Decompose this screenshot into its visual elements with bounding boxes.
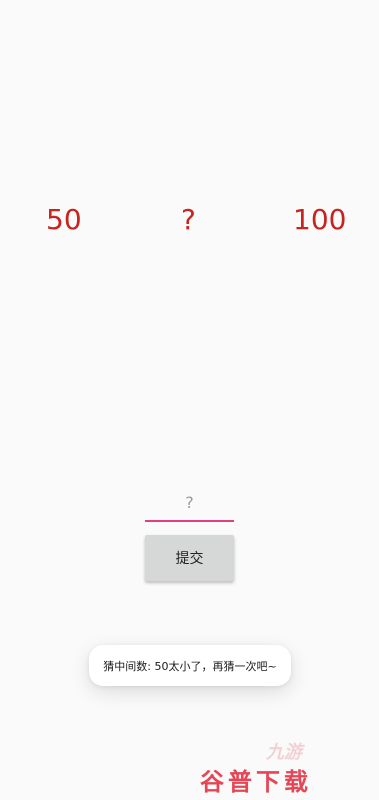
range-low-value: 50 bbox=[46, 203, 82, 236]
watermark-logo-mark: 九游 bbox=[266, 742, 302, 763]
number-range-row: 50 ? 100 bbox=[0, 200, 379, 244]
watermark-logo: 九游 谷普下载 bbox=[196, 734, 371, 796]
watermark-text: 谷普下载 bbox=[200, 768, 312, 796]
toast-message: 猜中间数: 50太小了，再猜一次吧~ bbox=[89, 645, 291, 686]
range-high-value: 100 bbox=[293, 203, 347, 236]
submit-button[interactable]: 提交 bbox=[145, 535, 234, 581]
range-mystery-value: ? bbox=[181, 203, 196, 236]
guess-input[interactable] bbox=[145, 484, 234, 522]
